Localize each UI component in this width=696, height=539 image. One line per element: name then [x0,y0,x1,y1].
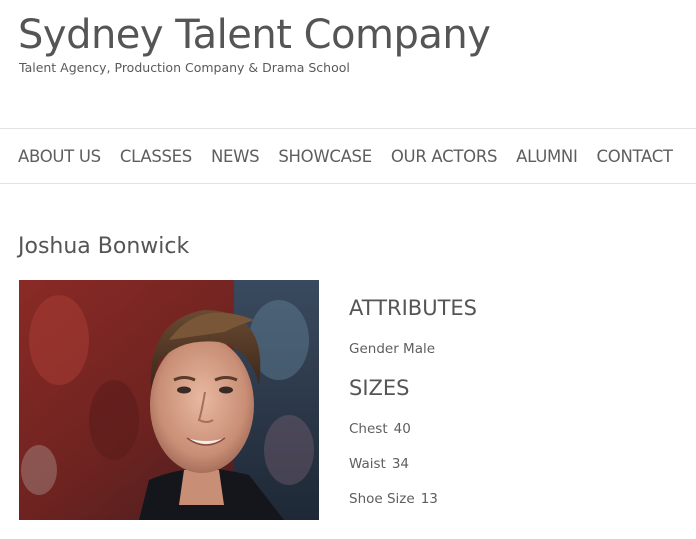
headshot-image [19,280,319,520]
waist-value: 34 [391,456,410,472]
gender-value: Male [403,341,436,357]
shoe-label: Shoe Size [349,491,415,507]
gender-label: Gender [349,341,399,357]
actor-headshot[interactable] [19,280,319,520]
nav-item-showcase[interactable]: SHOWCASE [278,147,372,166]
nav-item-our-actors[interactable]: OUR ACTORS [391,147,498,166]
page: Sydney Talent Company Talent Agency, Pro… [0,0,696,539]
waist-label: Waist [349,456,386,472]
main-nav: ABOUT US CLASSES NEWS SHOWCASE OUR ACTOR… [0,128,696,184]
gender-attribute: Gender Male [349,341,435,357]
actor-name: Joshua Bonwick [18,234,190,259]
nav-item-news[interactable]: NEWS [211,147,260,166]
chest-value: 40 [393,421,411,437]
shoe-size: Shoe Size 13 [349,491,438,507]
chest-label: Chest [349,421,388,437]
attributes-heading: ATTRIBUTES [349,296,478,320]
nav-item-contact[interactable]: CONTACT [597,147,673,166]
shoe-value: 13 [420,491,438,507]
site-tagline: Talent Agency, Production Company & Dram… [19,60,350,75]
site-title[interactable]: Sydney Talent Company [18,12,491,58]
nav-item-alumni[interactable]: ALUMNI [516,147,578,166]
sizes-heading: SIZES [349,376,410,400]
nav-item-about-us[interactable]: ABOUT US [18,147,101,166]
waist-size: Waist 34 [349,456,409,472]
chest-size: Chest 40 [349,421,411,437]
nav-item-classes[interactable]: CLASSES [120,147,192,166]
